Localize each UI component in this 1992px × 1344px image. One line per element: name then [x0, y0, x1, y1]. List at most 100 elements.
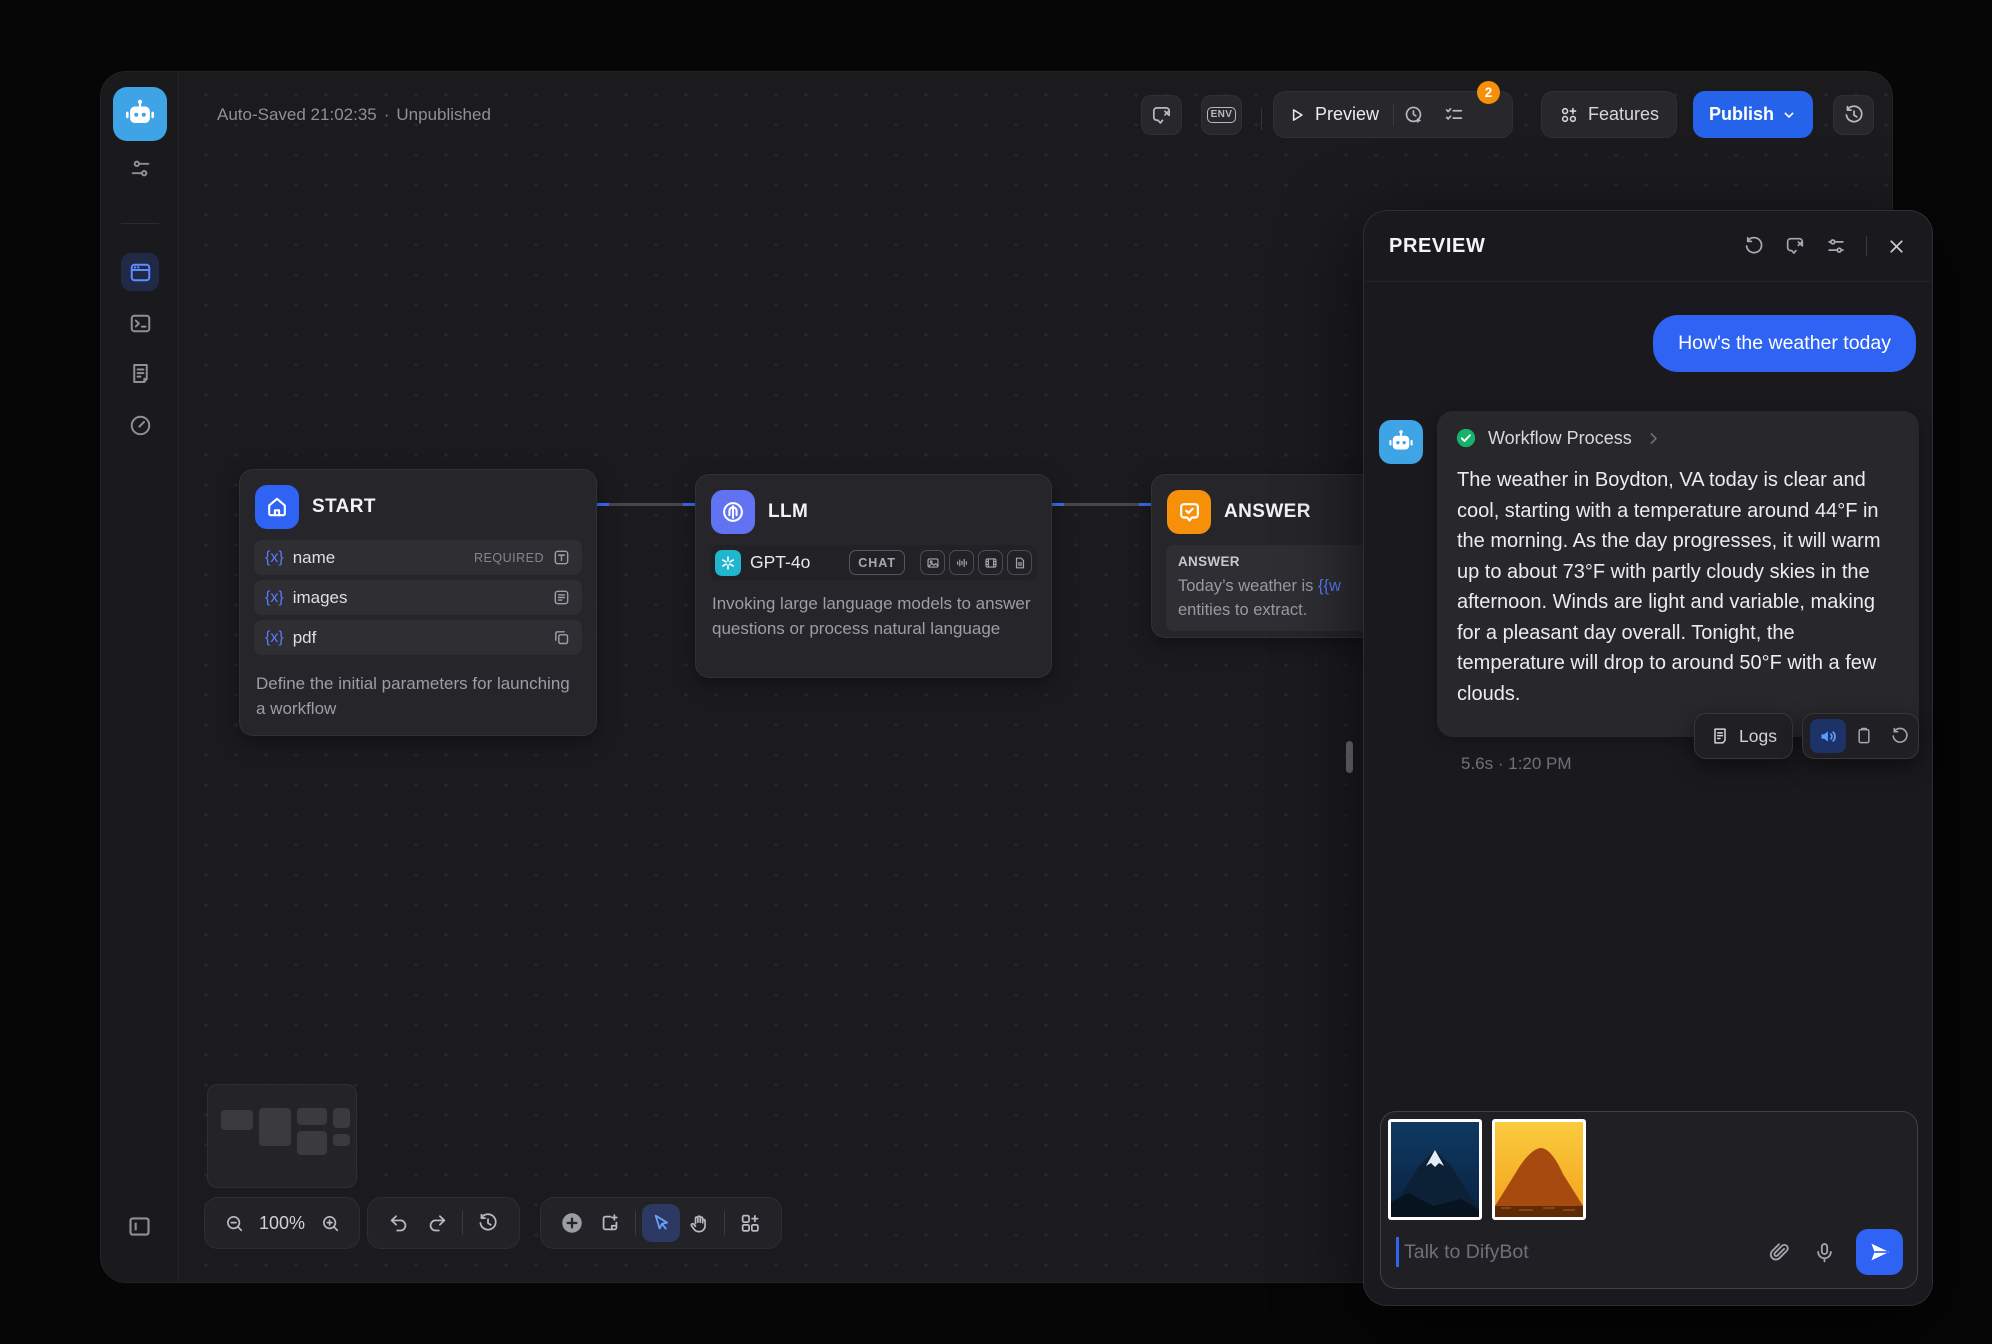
workflow-process-label: Workflow Process: [1488, 428, 1632, 449]
collapse-sidebar-icon[interactable]: [126, 1213, 153, 1240]
variable-icon: {x}: [265, 549, 284, 567]
speaker-button[interactable]: [1810, 719, 1846, 753]
sidebar-item-orchestrate[interactable]: [121, 253, 159, 291]
chat-input-row: [1396, 1227, 1903, 1277]
minimap[interactable]: [207, 1084, 357, 1188]
preview-header: PREVIEW: [1364, 211, 1932, 282]
user-message-bubble: How's the weather today: [1653, 315, 1916, 372]
video-icon: [978, 550, 1003, 575]
publish-label: Publish: [1709, 104, 1774, 125]
zoom-level[interactable]: 100%: [259, 1213, 305, 1234]
text-caret: [1396, 1237, 1399, 1267]
bot-message-text: The weather in Boydton, VA today is clea…: [1437, 457, 1919, 737]
env-icon: ENV: [1207, 107, 1237, 123]
model-capability-badges: [920, 550, 1032, 575]
features-button[interactable]: Features: [1541, 91, 1677, 138]
answer-variable: {{w: [1318, 577, 1341, 595]
add-node-button[interactable]: [553, 1204, 591, 1242]
add-note-button[interactable]: [591, 1204, 629, 1242]
send-button[interactable]: [1856, 1229, 1903, 1275]
annotation-button[interactable]: [1141, 95, 1182, 135]
app-icon[interactable]: [113, 87, 167, 141]
message-actions: Logs: [1694, 713, 1919, 759]
attachment-sunset-mountain[interactable]: [1492, 1119, 1586, 1220]
pointer-mode-button[interactable]: [642, 1204, 680, 1242]
regenerate-button[interactable]: [1882, 719, 1918, 753]
chevron-right-icon: [1645, 430, 1662, 447]
logs-icon: [1710, 726, 1730, 746]
zoom-in-button[interactable]: [311, 1204, 349, 1242]
version-history-button[interactable]: [1833, 95, 1874, 135]
bot-avatar: [1379, 420, 1423, 464]
canvas-tools: [540, 1197, 782, 1249]
chat-input[interactable]: [1402, 1240, 1768, 1265]
attachment-night-mountain[interactable]: [1388, 1119, 1482, 1220]
chat-mode-badge: CHAT: [849, 550, 905, 575]
logs-button[interactable]: Logs: [1695, 726, 1792, 747]
toolbar-divider: [724, 1211, 725, 1235]
start-field-images: {x} images: [254, 580, 582, 615]
play-icon: [1288, 106, 1306, 124]
copy-button[interactable]: [1846, 719, 1882, 753]
chat-input-container: [1380, 1111, 1918, 1289]
publish-status: Unpublished: [396, 105, 491, 125]
node-llm[interactable]: LLM GPT-4o CHAT: [695, 474, 1052, 678]
llm-model-row[interactable]: GPT-4o CHAT: [710, 545, 1037, 580]
annotation-icon[interactable]: [1784, 235, 1806, 257]
node-title: START: [312, 496, 376, 518]
preview-button[interactable]: Preview: [1274, 104, 1393, 125]
preview-label: Preview: [1315, 104, 1379, 125]
preview-panel: PREVIEW How's the weather today Wor: [1363, 210, 1933, 1306]
hand-mode-button[interactable]: [680, 1204, 718, 1242]
env-button[interactable]: ENV: [1201, 95, 1242, 135]
close-icon[interactable]: [1886, 236, 1907, 257]
node-description: Invoking large language models to answer…: [696, 580, 1051, 641]
header-divider: [1866, 236, 1867, 256]
redo-button[interactable]: [418, 1204, 456, 1242]
node-start[interactable]: START {x} name REQUIRED {x} images {x} p: [239, 469, 597, 736]
workflow-history-button[interactable]: [469, 1204, 507, 1242]
field-name: images: [293, 588, 348, 608]
run-history-icon[interactable]: [1394, 95, 1434, 135]
microphone-icon[interactable]: [1813, 1241, 1836, 1264]
orchestrate-settings-icon[interactable]: [101, 156, 179, 181]
node-title: ANSWER: [1224, 501, 1311, 523]
openai-icon: [715, 550, 741, 576]
files-icon: [552, 628, 571, 647]
answer-icon: [1167, 490, 1211, 534]
features-label: Features: [1588, 104, 1659, 125]
sidebar-item-monitoring[interactable]: [101, 413, 179, 438]
checklist-button[interactable]: [1434, 95, 1474, 135]
chat-x-icon: [1150, 104, 1173, 127]
run-group: Preview 2: [1273, 91, 1513, 138]
settings-icon[interactable]: [1825, 235, 1847, 257]
publish-button[interactable]: Publish: [1693, 91, 1813, 138]
bot-message-card: Workflow Process The weather in Boydton,…: [1437, 411, 1919, 737]
organize-nodes-button[interactable]: [731, 1204, 769, 1242]
sidebar-item-api[interactable]: [101, 311, 179, 336]
field-name: name: [293, 548, 336, 568]
dot-separator: ·: [384, 105, 390, 125]
zoom-out-button[interactable]: [215, 1204, 253, 1242]
autosave-status: Auto-Saved 21:02:35 · Unpublished: [217, 95, 491, 135]
panel-resize-handle[interactable]: [1346, 741, 1353, 773]
edge-start-llm: [597, 503, 695, 506]
variable-icon: {x}: [265, 589, 284, 607]
start-field-name: {x} name REQUIRED: [254, 540, 582, 575]
field-name: pdf: [293, 628, 317, 648]
sidebar-divider: [121, 223, 159, 224]
attached-images: [1381, 1112, 1917, 1227]
llm-node-header: LLM: [696, 475, 1051, 545]
audio-icon: [949, 550, 974, 575]
required-badge: REQUIRED: [474, 551, 544, 565]
workflow-process-row[interactable]: Workflow Process: [1437, 411, 1919, 457]
attach-file-icon[interactable]: [1768, 1241, 1791, 1264]
zoom-controls: 100%: [204, 1197, 360, 1249]
autosave-text: Auto-Saved 21:02:35: [217, 105, 377, 125]
edge-llm-answer: [1052, 503, 1151, 506]
undo-button[interactable]: [380, 1204, 418, 1242]
paragraph-icon: [552, 588, 571, 607]
sidebar-item-logs[interactable]: [101, 361, 179, 386]
start-node-header: START: [240, 470, 596, 540]
restart-conversation-icon[interactable]: [1743, 235, 1765, 257]
